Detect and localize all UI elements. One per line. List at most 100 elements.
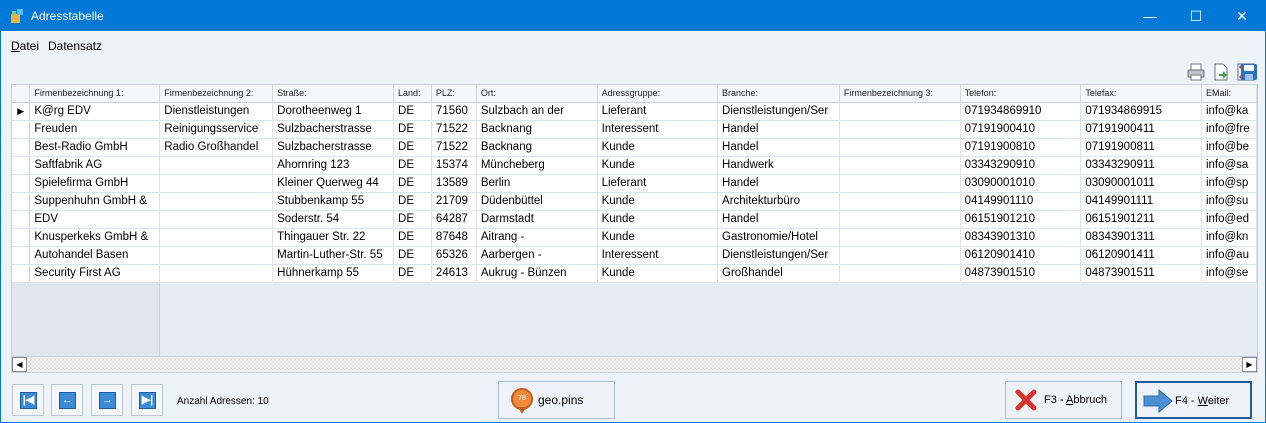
table-cell[interactable]: 71560 — [431, 102, 477, 121]
table-cell[interactable]: Handel — [717, 174, 840, 193]
table-cell[interactable]: Freuden — [29, 120, 161, 139]
table-cell[interactable]: Kleiner Querweg 44 — [272, 174, 395, 193]
table-cell[interactable]: Suppenhuhn GmbH & — [29, 192, 161, 211]
column-header[interactable]: Telefax: — [1080, 85, 1202, 103]
table-cell[interactable]: Dienstleistungen/Ser — [717, 102, 840, 121]
table-cell[interactable]: Sulzbach an der — [476, 102, 598, 121]
export-icon[interactable] — [1211, 62, 1231, 82]
last-record-button[interactable]: ▶| — [131, 384, 163, 416]
column-header[interactable]: EMail: — [1201, 85, 1257, 103]
table-cell[interactable]: Stubbenkamp 55 — [272, 192, 395, 211]
scroll-left-button[interactable]: ◀ — [12, 357, 27, 372]
table-cell[interactable]: Kunde — [597, 264, 719, 283]
printer-icon[interactable] — [1186, 62, 1206, 82]
table-cell[interactable]: 06151901210 — [960, 210, 1082, 229]
table-cell[interactable]: DE — [393, 156, 432, 175]
table-row[interactable]: Best-Radio GmbH Radio Großhandel Sulzbache… — [12, 138, 1257, 157]
table-cell[interactable] — [159, 246, 274, 265]
table-row[interactable]: ▶ K@rg EDV Dienstleistungen Dorotheenweg 1D… — [12, 102, 1257, 121]
table-cell[interactable]: 04149901110 — [960, 192, 1082, 211]
table-cell[interactable]: Backnang — [476, 138, 598, 157]
table-cell[interactable] — [159, 156, 274, 175]
table-cell[interactable]: 06151901211 — [1080, 210, 1202, 229]
table-cell[interactable]: 15374 — [431, 156, 477, 175]
table-cell[interactable]: 04873901510 — [960, 264, 1082, 283]
table-cell[interactable]: 07191900410 — [960, 120, 1082, 139]
table-row[interactable]: Spielefirma GmbH Kleiner Querweg 44 DE 1358… — [12, 174, 1257, 193]
table-cell[interactable]: 071934869915 — [1080, 102, 1202, 121]
table-cell[interactable]: Lieferant — [597, 102, 719, 121]
horizontal-scrollbar[interactable]: ◀ ▶ — [11, 356, 1258, 373]
table-cell[interactable]: Autohandel Basen — [29, 246, 161, 265]
table-cell[interactable]: 07191900811 — [1080, 138, 1202, 157]
table-cell[interactable]: Kunde — [597, 228, 719, 247]
table-cell[interactable]: Aitrang - — [476, 228, 598, 247]
table-cell[interactable] — [159, 192, 274, 211]
row-selector[interactable] — [12, 120, 31, 139]
table-cell[interactable]: Dienstleistungen/Ser — [717, 246, 840, 265]
row-selector[interactable] — [12, 174, 31, 193]
table-cell[interactable]: 08343901310 — [960, 228, 1082, 247]
table-cell[interactable]: DE — [393, 174, 432, 193]
table-cell[interactable]: EDV — [29, 210, 161, 229]
first-record-button[interactable]: |◀ — [12, 384, 44, 416]
table-cell[interactable]: Sulzbacherstrasse — [272, 138, 395, 157]
table-cell[interactable]: Großhandel — [717, 264, 840, 283]
table-cell[interactable]: Kunde — [597, 192, 719, 211]
table-cell[interactable] — [839, 246, 961, 265]
table-cell[interactable]: DE — [393, 228, 432, 247]
table-cell[interactable]: Aukrug - Bünzen — [476, 264, 598, 283]
table-cell[interactable]: Düdenbüttel — [476, 192, 598, 211]
table-cell[interactable]: info@sp — [1201, 174, 1257, 193]
row-selector[interactable] — [12, 156, 31, 175]
table-cell[interactable]: Handel — [717, 138, 840, 157]
table-cell[interactable] — [159, 264, 274, 283]
table-row[interactable]: Suppenhuhn GmbH & Stubbenkamp 55 DE 21709 Dü… — [12, 192, 1257, 211]
column-header[interactable]: PLZ: — [431, 85, 477, 103]
column-header[interactable]: Adressgruppe: — [597, 85, 719, 103]
next-record-button[interactable]: → — [91, 384, 123, 416]
table-cell[interactable]: DE — [393, 264, 432, 283]
save-icon[interactable] — [1239, 62, 1259, 82]
table-cell[interactable]: info@be — [1201, 138, 1257, 157]
table-cell[interactable] — [839, 156, 961, 175]
table-cell[interactable]: Dorotheenweg 1 — [272, 102, 395, 121]
table-cell[interactable] — [159, 174, 274, 193]
row-selector[interactable]: ▶ — [12, 102, 31, 121]
table-cell[interactable]: DE — [393, 192, 432, 211]
continue-button[interactable]: F4 - Weiter — [1135, 381, 1252, 419]
table-cell[interactable]: 71522 — [431, 138, 477, 157]
row-selector[interactable] — [12, 138, 31, 157]
row-selector[interactable] — [12, 210, 31, 229]
table-cell[interactable]: 03090001011 — [1080, 174, 1202, 193]
menu-datei[interactable]: Datei — [11, 39, 39, 53]
table-cell[interactable]: info@kn — [1201, 228, 1257, 247]
table-cell[interactable]: Kunde — [597, 156, 719, 175]
table-cell[interactable]: Reinigungsservice — [159, 120, 274, 139]
table-cell[interactable]: Architekturbüro — [717, 192, 840, 211]
row-selector[interactable] — [12, 192, 31, 211]
table-cell[interactable]: Gastronomie/Hotel — [717, 228, 840, 247]
table-cell[interactable]: 03090001010 — [960, 174, 1082, 193]
previous-record-button[interactable]: ← — [51, 384, 83, 416]
column-header[interactable]: Firmenbezeichnung 3: — [839, 85, 961, 103]
table-cell[interactable]: DE — [393, 210, 432, 229]
table-cell[interactable]: Müncheberg — [476, 156, 598, 175]
table-row[interactable]: Knusperkeks GmbH & Thingauer Str. 22 DE 876… — [12, 228, 1257, 247]
table-cell[interactable]: 13589 — [431, 174, 477, 193]
table-cell[interactable]: 24613 — [431, 264, 477, 283]
table-cell[interactable] — [839, 228, 961, 247]
table-cell[interactable]: 071934869910 — [960, 102, 1082, 121]
table-cell[interactable]: info@sa — [1201, 156, 1257, 175]
table-cell[interactable]: 06120901411 — [1080, 246, 1202, 265]
table-row[interactable]: Security First AG Hühnerkamp 55 DE 24613 Auk… — [12, 264, 1257, 283]
close-button[interactable]: ✕ — [1219, 1, 1265, 31]
table-cell[interactable]: Lieferant — [597, 174, 719, 193]
table-cell[interactable]: Interessent — [597, 120, 719, 139]
table-row[interactable]: Freuden Reinigungsservice Sulzbacherstrass… — [12, 120, 1257, 139]
table-cell[interactable]: DE — [393, 120, 432, 139]
table-cell[interactable] — [839, 120, 961, 139]
table-cell[interactable]: info@su — [1201, 192, 1257, 211]
column-header[interactable]: Ort: — [476, 85, 598, 103]
table-cell[interactable]: Knusperkeks GmbH & — [29, 228, 161, 247]
